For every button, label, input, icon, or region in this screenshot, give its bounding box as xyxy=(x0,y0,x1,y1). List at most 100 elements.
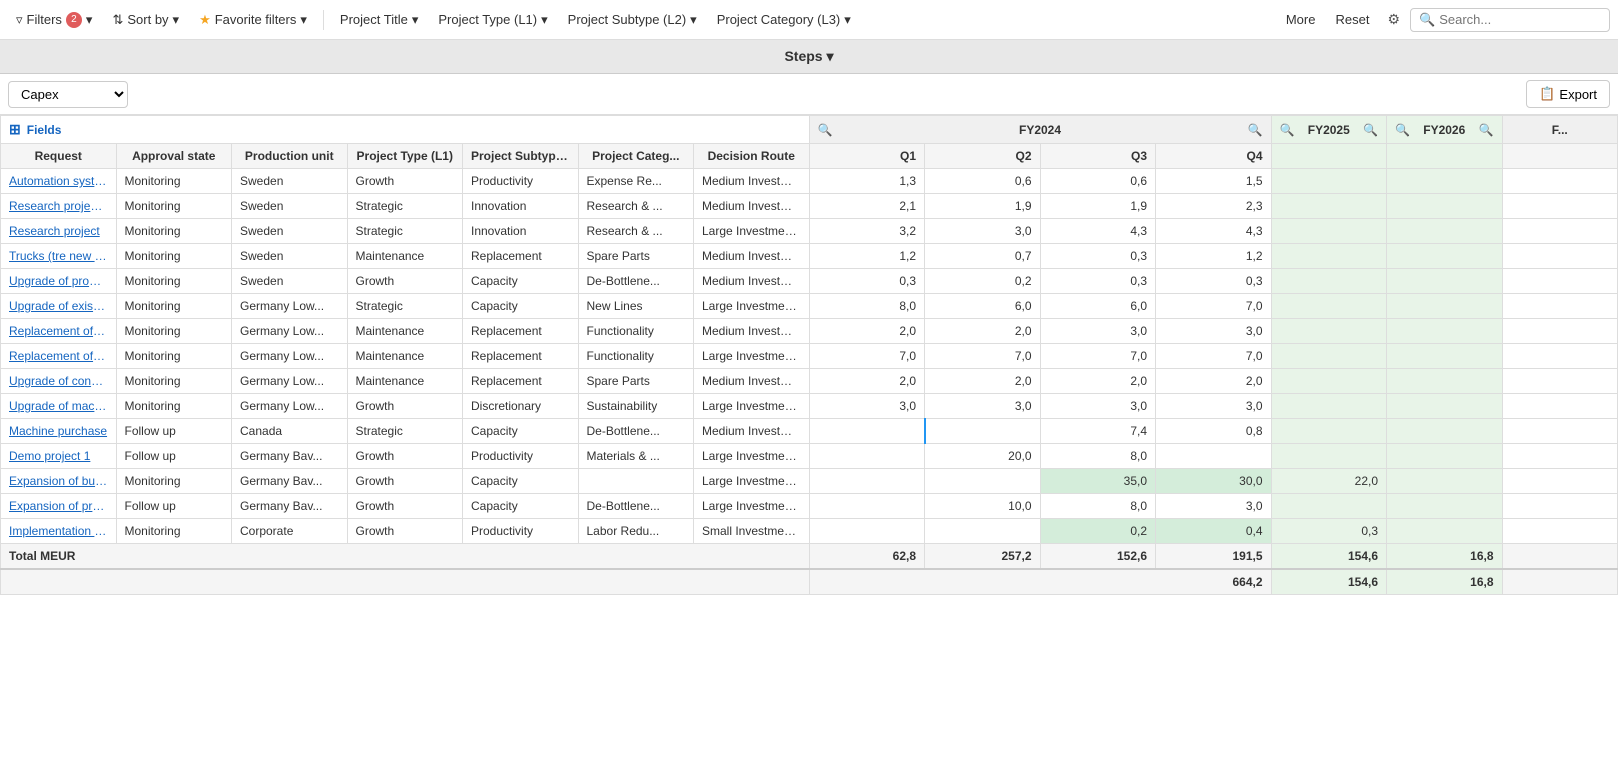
total-q2: 257,2 xyxy=(925,544,1041,570)
steps-bar[interactable]: Steps ▾ xyxy=(0,40,1618,74)
extra-cell xyxy=(1502,169,1618,194)
settings-button[interactable]: ⚙ xyxy=(1381,9,1406,30)
fy2026-cell xyxy=(1387,469,1503,494)
table-row: Replacement of IT QCS Monitoring Germany… xyxy=(1,319,1618,344)
production-cell: Sweden xyxy=(232,169,348,194)
total-fy2025: 154,6 xyxy=(1271,544,1387,570)
col-header-decision: Decision Route xyxy=(694,144,810,169)
col-header-q1: Q1 xyxy=(809,144,925,169)
extra-cell xyxy=(1502,419,1618,444)
fy2026-cell xyxy=(1387,369,1503,394)
q2-cell xyxy=(925,469,1041,494)
approval-cell: Monitoring xyxy=(116,269,232,294)
sort-button[interactable]: ⇅ Sort by ▾ xyxy=(104,8,187,32)
project-type-button[interactable]: Project Type (L1) ▾ xyxy=(430,8,555,32)
type-cell: Growth xyxy=(347,444,463,469)
grid-icon: ⊞ xyxy=(9,121,21,138)
q2-cell: 3,0 xyxy=(925,394,1041,419)
reset-button[interactable]: Reset xyxy=(1327,8,1377,31)
subtype-cell: Innovation xyxy=(463,194,579,219)
filters-button[interactable]: ▿ Filters 2 ▾ xyxy=(8,8,100,32)
request-cell[interactable]: Replacement of IT QCS xyxy=(1,319,117,344)
more-button[interactable]: More xyxy=(1278,8,1324,31)
request-cell[interactable]: Research project #2 xyxy=(1,194,117,219)
fy2026-cell xyxy=(1387,269,1503,294)
approval-cell: Monitoring xyxy=(116,519,232,544)
request-cell[interactable]: Upgrade of existing production line xyxy=(1,294,117,319)
q3-cell: 7,4 xyxy=(1040,419,1156,444)
export-button[interactable]: 📋 Export xyxy=(1526,80,1610,108)
fy2024-zoom-right[interactable]: 🔍 xyxy=(1248,123,1263,137)
star-icon: ★ xyxy=(199,12,211,28)
request-cell[interactable]: Upgrade of machine xyxy=(1,394,117,419)
steps-chevron: ▾ xyxy=(826,48,833,64)
fy2026-cell xyxy=(1387,519,1503,544)
request-cell[interactable]: Demo project 1 xyxy=(1,444,117,469)
request-cell[interactable]: Replacement of roof xyxy=(1,344,117,369)
fy2026-zoom-left[interactable]: 🔍 xyxy=(1395,123,1410,137)
project-subtype-button[interactable]: Project Subtype (L2) ▾ xyxy=(560,8,705,32)
q4-cell: 4,3 xyxy=(1156,219,1272,244)
extra-cell xyxy=(1502,394,1618,419)
fy2025-zoom-right[interactable]: 🔍 xyxy=(1363,123,1378,137)
fy2024-zoom-left[interactable]: 🔍 xyxy=(818,123,833,137)
approval-cell: Monitoring xyxy=(116,344,232,369)
fy2026-cell xyxy=(1387,169,1503,194)
approval-cell: Follow up xyxy=(116,444,232,469)
col-header-q2: Q2 xyxy=(925,144,1041,169)
production-cell: Germany Low... xyxy=(232,344,348,369)
total-row-2: 664,2 154,6 16,8 xyxy=(1,569,1618,595)
table-row: Implementation of salesforce Monitoring … xyxy=(1,519,1618,544)
request-cell[interactable]: Automation system xyxy=(1,169,117,194)
subtype-cell: Productivity xyxy=(463,444,579,469)
q3-cell: 0,6 xyxy=(1040,169,1156,194)
col-header-approval: Approval state xyxy=(116,144,232,169)
q3-cell: 8,0 xyxy=(1040,444,1156,469)
extra-cell xyxy=(1502,519,1618,544)
fy2025-cell: 22,0 xyxy=(1271,469,1387,494)
fy2025-cell xyxy=(1271,194,1387,219)
table-body: Automation system Monitoring Sweden Grow… xyxy=(1,169,1618,544)
total-q1: 62,8 xyxy=(809,544,925,570)
decision-cell: Large Investment > 10 MEU xyxy=(694,344,810,369)
decision-cell: Medium Investment 1 - 10 M xyxy=(694,269,810,294)
extra-cell xyxy=(1502,344,1618,369)
category-cell: Spare Parts xyxy=(578,369,694,394)
subtype-cell: Productivity xyxy=(463,519,579,544)
q4-cell: 2,0 xyxy=(1156,369,1272,394)
project-category-button[interactable]: Project Category (L3) ▾ xyxy=(709,8,859,32)
extra-cell xyxy=(1502,244,1618,269)
project-title-button[interactable]: Project Title ▾ xyxy=(332,8,426,32)
favorite-filters-button[interactable]: ★ Favorite filters ▾ xyxy=(191,8,315,32)
request-cell[interactable]: Upgrade of conveyor belt xyxy=(1,369,117,394)
total2-label xyxy=(1,569,810,595)
table-row: Expansion of product line Follow up Germ… xyxy=(1,494,1618,519)
request-cell[interactable]: Machine purchase xyxy=(1,419,117,444)
request-cell[interactable]: Expansion of building xyxy=(1,469,117,494)
type-cell: Growth xyxy=(347,394,463,419)
production-cell: Germany Bav... xyxy=(232,469,348,494)
fy2026-zoom-right[interactable]: 🔍 xyxy=(1479,123,1494,137)
search-input[interactable] xyxy=(1439,12,1599,27)
q4-cell: 7,0 xyxy=(1156,344,1272,369)
request-cell[interactable]: Trucks (tre new of type A) xyxy=(1,244,117,269)
production-cell: Corporate xyxy=(232,519,348,544)
separator-1 xyxy=(323,10,324,30)
category-cell: De-Bottlene... xyxy=(578,494,694,519)
request-cell[interactable]: Expansion of product line xyxy=(1,494,117,519)
subtype-cell: Replacement xyxy=(463,319,579,344)
q4-cell: 0,8 xyxy=(1156,419,1272,444)
q1-cell: 3,2 xyxy=(809,219,925,244)
request-cell[interactable]: Implementation of salesforce xyxy=(1,519,117,544)
category-cell: Functionality xyxy=(578,344,694,369)
chevron-icon: ▾ xyxy=(86,12,93,28)
fy2025-zoom-left[interactable]: 🔍 xyxy=(1280,123,1295,137)
fy2025-cell xyxy=(1271,369,1387,394)
request-cell[interactable]: Upgrade of production system xyxy=(1,269,117,294)
capex-select[interactable]: Capex xyxy=(8,81,128,108)
fy2025-cell: 0,3 xyxy=(1271,519,1387,544)
fy2026-cell xyxy=(1387,319,1503,344)
fy2025-cell xyxy=(1271,319,1387,344)
request-cell[interactable]: Research project xyxy=(1,219,117,244)
fy2025-header: 🔍 FY2025 🔍 xyxy=(1271,116,1387,144)
